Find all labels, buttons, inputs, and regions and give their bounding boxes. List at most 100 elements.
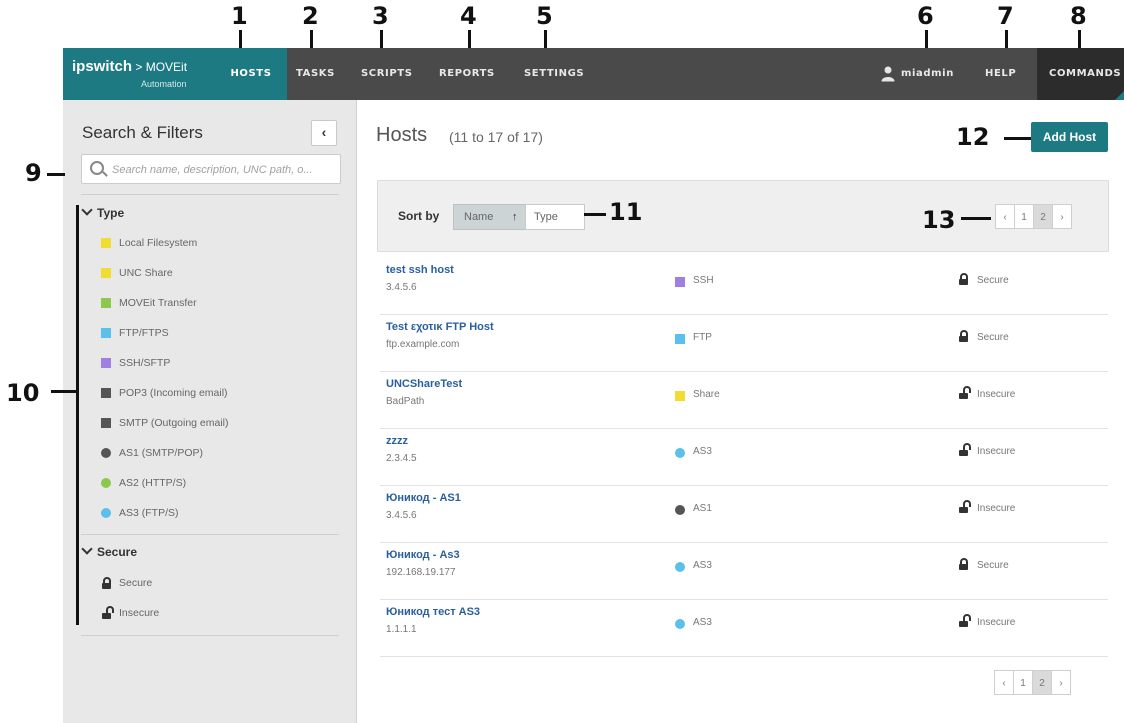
- host-security: Insecure: [977, 503, 1016, 514]
- host-type: AS1: [693, 503, 712, 514]
- divider: [81, 635, 339, 636]
- nav-tasks[interactable]: TASKS: [296, 48, 335, 100]
- host-address: ftp.example.com: [386, 339, 460, 350]
- next-page-button[interactable]: ›: [1052, 204, 1072, 229]
- nav-reports[interactable]: REPORTS: [439, 48, 495, 100]
- commands-corner-icon: [1115, 91, 1124, 100]
- sort-label: Sort by: [398, 209, 440, 223]
- smtp-swatch-icon: [101, 418, 111, 428]
- collapse-sidebar-button[interactable]: ‹: [311, 120, 337, 146]
- callout-9: 9: [25, 159, 42, 187]
- host-type: AS3: [693, 446, 712, 457]
- sort-by-type-button[interactable]: Type: [525, 204, 585, 230]
- callout-3-line: [380, 30, 383, 48]
- sort-by-name-button[interactable]: Name ↑: [453, 204, 527, 230]
- host-name-link[interactable]: Юникод тест AS3: [386, 606, 480, 618]
- filter-label: FTP/FTPS: [119, 327, 169, 339]
- nav-scripts[interactable]: SCRIPTS: [361, 48, 413, 100]
- pop3-swatch-icon: [101, 388, 111, 398]
- host-name-link[interactable]: Юникод - AS1: [386, 492, 461, 504]
- search-input[interactable]: [110, 160, 336, 180]
- local-filesystem-swatch-icon: [101, 238, 111, 248]
- chevron-down-icon: [81, 204, 93, 216]
- host-row[interactable]: Юникод тест AS3 1.1.1.1 AS3 Insecure: [380, 600, 1108, 657]
- brand-subtitle: Automation: [141, 79, 187, 89]
- page-range: (11 to 17 of 17): [449, 129, 543, 145]
- unlock-icon: [959, 614, 971, 627]
- host-address: 3.4.5.6: [386, 282, 417, 293]
- prev-page-button[interactable]: ‹: [995, 204, 1015, 229]
- sort-bar: Sort by Name ↑ Type ‹ 1 2 ›: [377, 180, 1109, 252]
- user-menu[interactable]: miadmin: [901, 48, 954, 100]
- divider: [81, 534, 339, 535]
- page-2-button[interactable]: 2: [1032, 670, 1052, 695]
- type-filter-header[interactable]: Type: [81, 204, 125, 220]
- nav-settings[interactable]: SETTINGS: [524, 48, 584, 100]
- user-icon[interactable]: [881, 66, 895, 82]
- callout-4-line: [468, 30, 471, 48]
- commands-label: COMMANDS: [1049, 68, 1122, 79]
- host-row[interactable]: zzzz 2.3.4.5 AS3 Insecure: [380, 429, 1108, 486]
- filter-label: UNC Share: [119, 267, 173, 279]
- host-name-link[interactable]: UNCShareTest: [386, 378, 462, 390]
- sort-name-label: Name: [464, 211, 494, 223]
- filter-label: AS2 (HTTP/S): [119, 477, 187, 489]
- filter-label: Local Filesystem: [119, 237, 198, 249]
- host-name-link[interactable]: zzzz: [386, 435, 408, 447]
- unlock-icon: [959, 500, 971, 513]
- lock-icon: [959, 273, 968, 285]
- unlock-icon: [102, 606, 114, 619]
- brand-logo[interactable]: ipswitch > MOVEit Automation: [63, 48, 215, 100]
- host-row[interactable]: Юникод - AS1 3.4.5.6 AS1 Insecure: [380, 486, 1108, 543]
- callout-2-line: [310, 30, 313, 48]
- as1-type-icon: [675, 505, 685, 515]
- host-row[interactable]: UNCShareTest BadPath Share Insecure: [380, 372, 1108, 429]
- host-name-link[interactable]: Юникод - As3: [386, 549, 460, 561]
- callout-5-line: [544, 30, 547, 48]
- callout-13: 13: [922, 206, 956, 234]
- host-security: Insecure: [977, 446, 1016, 457]
- search-icon: [90, 161, 104, 175]
- as3-type-icon: [675, 562, 685, 572]
- chevron-left-icon: ‹: [321, 124, 327, 140]
- host-name-link[interactable]: Test εχοτικ FTP Host: [386, 321, 494, 333]
- host-row[interactable]: Test εχοτικ FTP Host ftp.example.com FTP…: [380, 315, 1108, 372]
- host-name-link[interactable]: test ssh host: [386, 264, 454, 276]
- unlock-icon: [959, 386, 971, 399]
- callout-7-line: [1005, 30, 1008, 48]
- unc-share-swatch-icon: [101, 268, 111, 278]
- secure-filter-header[interactable]: Secure: [81, 543, 138, 559]
- host-security: Insecure: [977, 617, 1016, 628]
- callout-13-line: [961, 217, 991, 220]
- callout-1-line: [239, 30, 242, 48]
- host-row[interactable]: Юникод - As3 192.168.19.177 AS3 Secure: [380, 543, 1108, 600]
- lock-icon: [959, 330, 968, 342]
- host-type: FTP: [693, 332, 712, 343]
- filter-label: Insecure: [119, 607, 160, 619]
- filter-label: MOVEit Transfer: [119, 297, 197, 309]
- prev-page-button[interactable]: ‹: [994, 670, 1014, 695]
- next-page-button[interactable]: ›: [1051, 670, 1071, 695]
- add-host-button[interactable]: Add Host: [1031, 122, 1108, 152]
- page-1-button[interactable]: 1: [1014, 204, 1034, 229]
- filter-label: AS3 (FTP/S): [119, 507, 179, 519]
- page-title: Hosts: [376, 124, 428, 146]
- page-2-button[interactable]: 2: [1033, 204, 1053, 229]
- commands-menu[interactable]: COMMANDS: [1037, 48, 1124, 100]
- secure-header-label: Secure: [97, 545, 138, 559]
- host-row[interactable]: test ssh host 3.4.5.6 SSH Secure: [380, 258, 1108, 315]
- nav-help[interactable]: HELP: [985, 48, 1016, 100]
- callout-8-line: [1078, 30, 1081, 48]
- callout-7: 7: [997, 2, 1014, 30]
- host-security: Insecure: [977, 389, 1016, 400]
- page-1-button[interactable]: 1: [1013, 670, 1033, 695]
- unlock-icon: [959, 443, 971, 456]
- filter-label: POP3 (Incoming email): [119, 387, 228, 399]
- nav-hosts[interactable]: HOSTS: [215, 48, 287, 100]
- callout-11: 11: [609, 198, 643, 226]
- search-box[interactable]: [81, 154, 341, 184]
- host-type: Share: [693, 389, 720, 400]
- callout-10-bracket: [76, 205, 79, 625]
- filter-label: SSH/SFTP: [119, 357, 171, 369]
- type-header-label: Type: [97, 206, 125, 220]
